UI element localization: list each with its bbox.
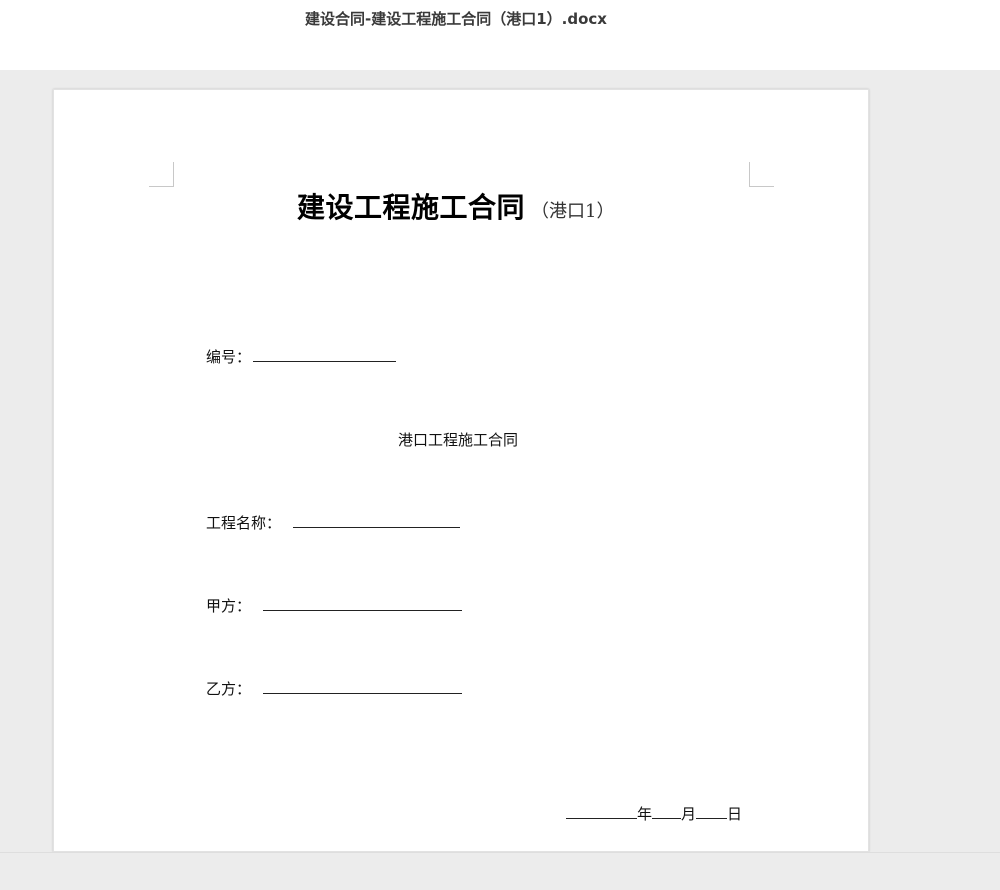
party-b-blank: [263, 678, 463, 694]
crop-mark-top-left: [149, 162, 174, 187]
project-name-label: 工程名称：: [206, 514, 282, 532]
year-blank: [566, 803, 637, 819]
heading-sub: （港口1）: [531, 201, 615, 222]
party-b-line: 乙方：: [206, 678, 463, 699]
date-line: 年月日: [566, 803, 742, 824]
day-label: 日: [727, 805, 743, 823]
crop-mark-top-right: [749, 162, 774, 187]
project-name-blank: [293, 512, 461, 528]
party-a-label: 甲方：: [206, 597, 252, 615]
party-a-line: 甲方：: [206, 595, 463, 616]
bottom-status-strip: [0, 852, 1000, 890]
title-bar: 建设合同-建设工程施工合同（港口1）.docx: [0, 0, 1000, 70]
contract-number-line: 编号：: [206, 346, 397, 367]
heading-main: 建设工程施工合同: [297, 191, 526, 224]
document-subtitle: 港口工程施工合同: [398, 431, 519, 449]
year-label: 年: [637, 805, 653, 823]
project-name-line: 工程名称：: [206, 512, 461, 533]
month-label: 月: [681, 805, 697, 823]
contract-number-blank: [253, 346, 397, 362]
day-blank: [696, 803, 728, 819]
document-page[interactable]: 建设工程施工合同 （港口1） 编号： 港口工程施工合同 工程名称： 甲方： 乙方：…: [53, 89, 869, 852]
contract-number-label: 编号：: [206, 348, 252, 366]
party-b-label: 乙方：: [206, 680, 252, 698]
document-filename: 建设合同-建设工程施工合同（港口1）.docx: [305, 10, 607, 28]
party-a-blank: [263, 595, 463, 611]
document-heading: 建设工程施工合同 （港口1）: [297, 186, 614, 226]
month-blank: [652, 803, 682, 819]
